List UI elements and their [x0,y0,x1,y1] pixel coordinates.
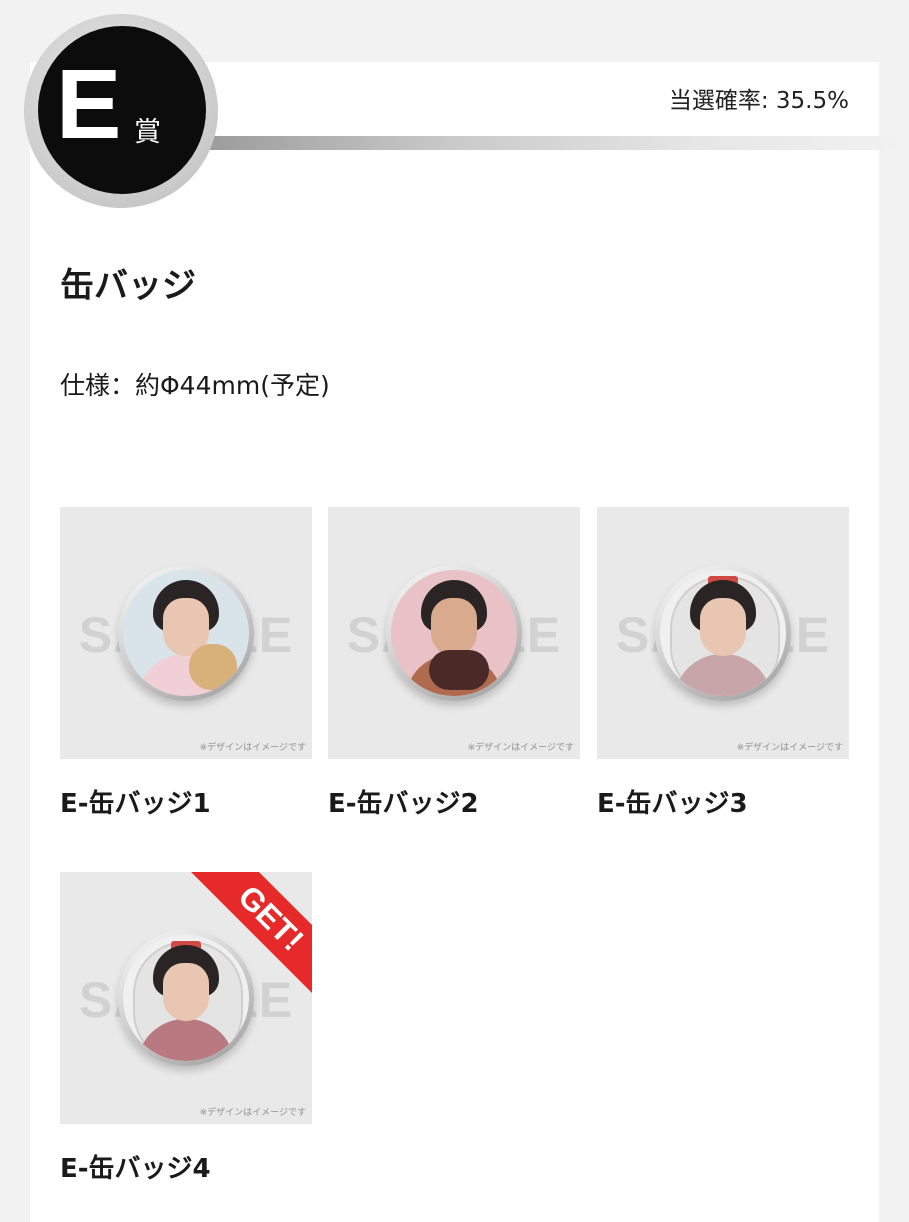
badge-photo [123,570,249,696]
photo-face [163,963,209,1021]
photo-face [431,598,477,656]
image-disclaimer: ※デザインはイメージです [467,743,574,753]
item-card-1[interactable]: SAMPLE ※デザインはイメージです E-缶バッジ1 [60,507,312,819]
can-badge-image [386,565,522,701]
badge-photo [660,570,786,696]
image-disclaimer: ※デザインはイメージです [199,743,306,753]
photo-face [700,598,746,656]
item-thumbnail[interactable]: SAMPLE GET! ※デザインはイメージです [60,872,312,1124]
prize-spec: 仕様：約Φ44mm(予定) [60,371,330,400]
win-probability: 当選確率: 35.5% [668,88,849,114]
grade-letter: E [56,49,122,159]
item-thumbnail[interactable]: SAMPLE ※デザインはイメージです [328,507,580,759]
header-divider-bar [200,136,909,150]
photo-dog [189,644,237,690]
item-thumbnail[interactable]: SAMPLE ※デザインはイメージです [60,507,312,759]
photo-donut [429,650,489,690]
image-disclaimer: ※デザインはイメージです [199,1108,306,1118]
can-badge-image [655,565,791,701]
badge-photo [391,570,517,696]
badge-photo [123,935,249,1061]
item-card-3[interactable]: SAMPLE ※デザインはイメージです E-缶バッジ3 [597,507,849,819]
image-disclaimer: ※デザインはイメージです [736,743,843,753]
prize-title: 缶バッジ [60,266,196,306]
can-badge-image [118,930,254,1066]
item-name: E-缶バッジ3 [597,789,748,819]
item-card-4[interactable]: SAMPLE GET! ※デザインはイメージです E-缶バッジ4 [60,872,312,1184]
item-card-2[interactable]: SAMPLE ※デザインはイメージです E-缶バッジ2 [328,507,580,819]
item-name: E-缶バッジ4 [60,1154,211,1184]
item-thumbnail[interactable]: SAMPLE ※デザインはイメージです [597,507,849,759]
item-name: E-缶バッジ1 [60,789,211,819]
item-name: E-缶バッジ2 [328,789,479,819]
grade-suffix: 賞 [134,117,161,148]
can-badge-image [118,565,254,701]
